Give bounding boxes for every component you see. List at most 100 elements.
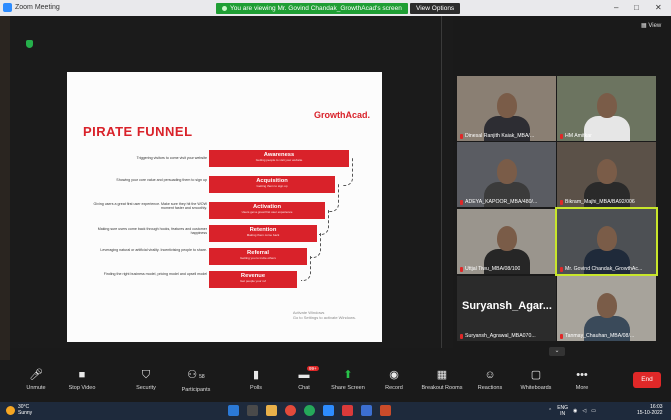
mic-muted-icon — [560, 133, 563, 139]
close-button[interactable]: ✕ — [655, 3, 662, 12]
participant-face — [597, 293, 617, 318]
chat-icon: ▬ — [298, 369, 310, 381]
system-tray[interactable]: ⌃ ENG IN ◉ ◁ ▭ — [548, 405, 596, 417]
participant-name: Bikram_Majhi_MBA/BA92/006 — [565, 199, 635, 205]
participant-name-label: Mr. Govind Chandak_GrowthAc... — [560, 266, 642, 272]
toolbar-label: Whiteboards — [520, 385, 552, 391]
end-meeting-button[interactable]: End — [633, 372, 661, 388]
funnel-description: Leveraging natural or artificial viralit… — [100, 248, 207, 252]
funnel-stage-awareness: Awareness Getting people to visit your we… — [209, 150, 349, 167]
slide-title: PIRATE FUNNEL — [83, 124, 193, 139]
lang-region-text: IN — [560, 411, 566, 417]
battery-icon[interactable]: ▭ — [591, 408, 596, 414]
toolbar-label: More — [575, 385, 589, 391]
volume-icon[interactable]: ◁ — [582, 408, 586, 414]
participant-tile[interactable]: Mr. Govind Chandak_GrowthAc... — [555, 207, 658, 276]
view-options-button[interactable]: View Options — [410, 3, 461, 14]
participants-button[interactable]: ⚇ 58 Participants — [172, 368, 220, 393]
funnel-stage-retention: Retention Making them come back — [209, 225, 317, 242]
gallery-view-label: View — [648, 23, 662, 29]
security-button[interactable]: ⛉ Security — [122, 368, 170, 391]
participants-icon: ⚇ 58 — [187, 369, 205, 381]
chevron-down-icon: ⌄ — [554, 348, 560, 354]
funnel-stage-acquisition: Acquisition Getting them to sign up — [209, 176, 335, 193]
funnel-stage-activation: Activation Users get a great first user e… — [209, 202, 325, 219]
record-button[interactable]: ◉ Record — [370, 368, 418, 391]
weather-widget[interactable]: 30°C Sunny — [18, 404, 32, 416]
participant-tile[interactable]: HM Amitkar — [557, 76, 656, 141]
participant-face — [497, 93, 517, 118]
whiteboards-button[interactable]: ▢ Whiteboards — [512, 368, 560, 391]
polls-icon: ▮ — [252, 369, 260, 381]
funnel-description: Showing your core value and persuading t… — [116, 178, 207, 182]
participant-name-label: Uttjal Tiwu_MBA/08/100 — [460, 266, 520, 272]
participant-tile[interactable]: Uttjal Tiwu_MBA/08/100 — [457, 209, 556, 274]
app-red-icon[interactable] — [342, 405, 353, 416]
gallery-scroll-down-button[interactable]: ⌄ — [549, 347, 565, 356]
whatsapp-icon[interactable] — [304, 405, 315, 416]
stop-video-button[interactable]: ■ Stop Video — [58, 368, 106, 391]
reactions-button[interactable]: ☺ Reactions — [466, 368, 514, 391]
mic-muted-icon — [460, 333, 463, 339]
participant-tile[interactable]: Suryansh_Agar... Suryansh_Agrawal_MBA070.… — [457, 276, 556, 341]
shield-icon: ⛉ — [141, 369, 151, 381]
taskbar-clock[interactable]: 16:03 15-10-2022 — [637, 404, 663, 416]
breakout-rooms-button[interactable]: ▦ Breakout Rooms — [418, 368, 466, 391]
toolbar-label: Stop Video — [68, 385, 96, 391]
language-indicator[interactable]: ENG IN — [557, 405, 568, 417]
word-icon[interactable] — [361, 405, 372, 416]
participant-tile[interactable]: ADEYA_KAPOOR_MBA/480/... — [457, 142, 556, 207]
gallery-view-toggle[interactable]: ▦ View — [641, 22, 661, 29]
tray-chevron-icon[interactable]: ⌃ — [548, 408, 552, 414]
minimize-button[interactable]: – — [614, 3, 618, 12]
app-title: Zoom Meeting — [3, 3, 60, 12]
mic-muted-icon — [560, 266, 563, 272]
toolbar-label: Unmute — [26, 385, 46, 391]
funnel-description: Finding the right business model, pricin… — [103, 272, 207, 276]
polls-button[interactable]: ▮ Polls — [232, 368, 280, 391]
funnel-description: Triggering visitors to come visit your w… — [136, 156, 207, 160]
search-icon[interactable] — [247, 405, 258, 416]
app-title-text: Zoom Meeting — [15, 4, 60, 11]
windows-start-icon[interactable] — [228, 405, 239, 416]
mic-muted-icon: 🎤︎ — [29, 369, 43, 381]
participant-tile[interactable]: Bikram_Majhi_MBA/BA92/006 — [557, 142, 656, 207]
toolbar-label: Record — [385, 385, 403, 391]
share-screen-button[interactable]: ⬆ Share Screen — [324, 368, 372, 391]
chrome-icon[interactable] — [285, 405, 296, 416]
wifi-icon[interactable]: ◉ — [573, 408, 577, 414]
participant-tile[interactable]: Dinesal Ranjith Kaiak_MBA/... — [457, 76, 556, 141]
funnel-connector — [343, 158, 353, 186]
mic-muted-icon — [460, 133, 463, 139]
mic-muted-icon — [460, 266, 463, 272]
participant-tile[interactable]: Tanmay_Chauhan_MBA/08/... — [557, 276, 656, 341]
participant-name: Dinesal Ranjith Kaiak_MBA/... — [465, 133, 535, 139]
share-banner-text: You are viewing Mr. Govind Chandak_Growt… — [230, 5, 402, 12]
panel-divider[interactable] — [441, 16, 453, 348]
more-button[interactable]: ••• More — [558, 368, 606, 391]
breakout-icon: ▦ — [436, 369, 448, 381]
participant-name: HM Amitkar — [565, 133, 592, 139]
share-status-icon — [222, 6, 227, 11]
chat-button[interactable]: ▬ 99+ Chat — [280, 366, 328, 391]
funnel-stage-revenue: Revenue Get people your ref — [209, 271, 297, 288]
unmute-button[interactable]: 🎤︎ Unmute — [12, 368, 60, 391]
mic-muted-icon — [560, 333, 563, 339]
weather-sun-icon — [6, 406, 15, 415]
zoom-taskbar-icon[interactable] — [323, 405, 334, 416]
file-explorer-icon[interactable] — [266, 405, 277, 416]
funnel-description: Giving users a great first user experien… — [93, 202, 207, 211]
participant-face — [597, 159, 617, 184]
participant-face — [597, 93, 617, 118]
encryption-shield-icon[interactable] — [26, 40, 33, 48]
funnel-connector — [311, 233, 321, 258]
taskbar-apps — [228, 405, 391, 416]
powerpoint-icon[interactable] — [380, 405, 391, 416]
toolbar-label: Breakout Rooms — [421, 385, 463, 391]
toolbar-label: Reactions — [477, 385, 503, 391]
participant-name: ADEYA_KAPOOR_MBA/480/... — [465, 199, 538, 205]
maximize-button[interactable]: □ — [634, 3, 639, 12]
slide-brand-logo: GrowthAcad. — [313, 110, 370, 120]
participant-name-label: Dinesal Ranjith Kaiak_MBA/... — [460, 133, 534, 139]
reactions-icon: ☺ — [484, 369, 496, 381]
